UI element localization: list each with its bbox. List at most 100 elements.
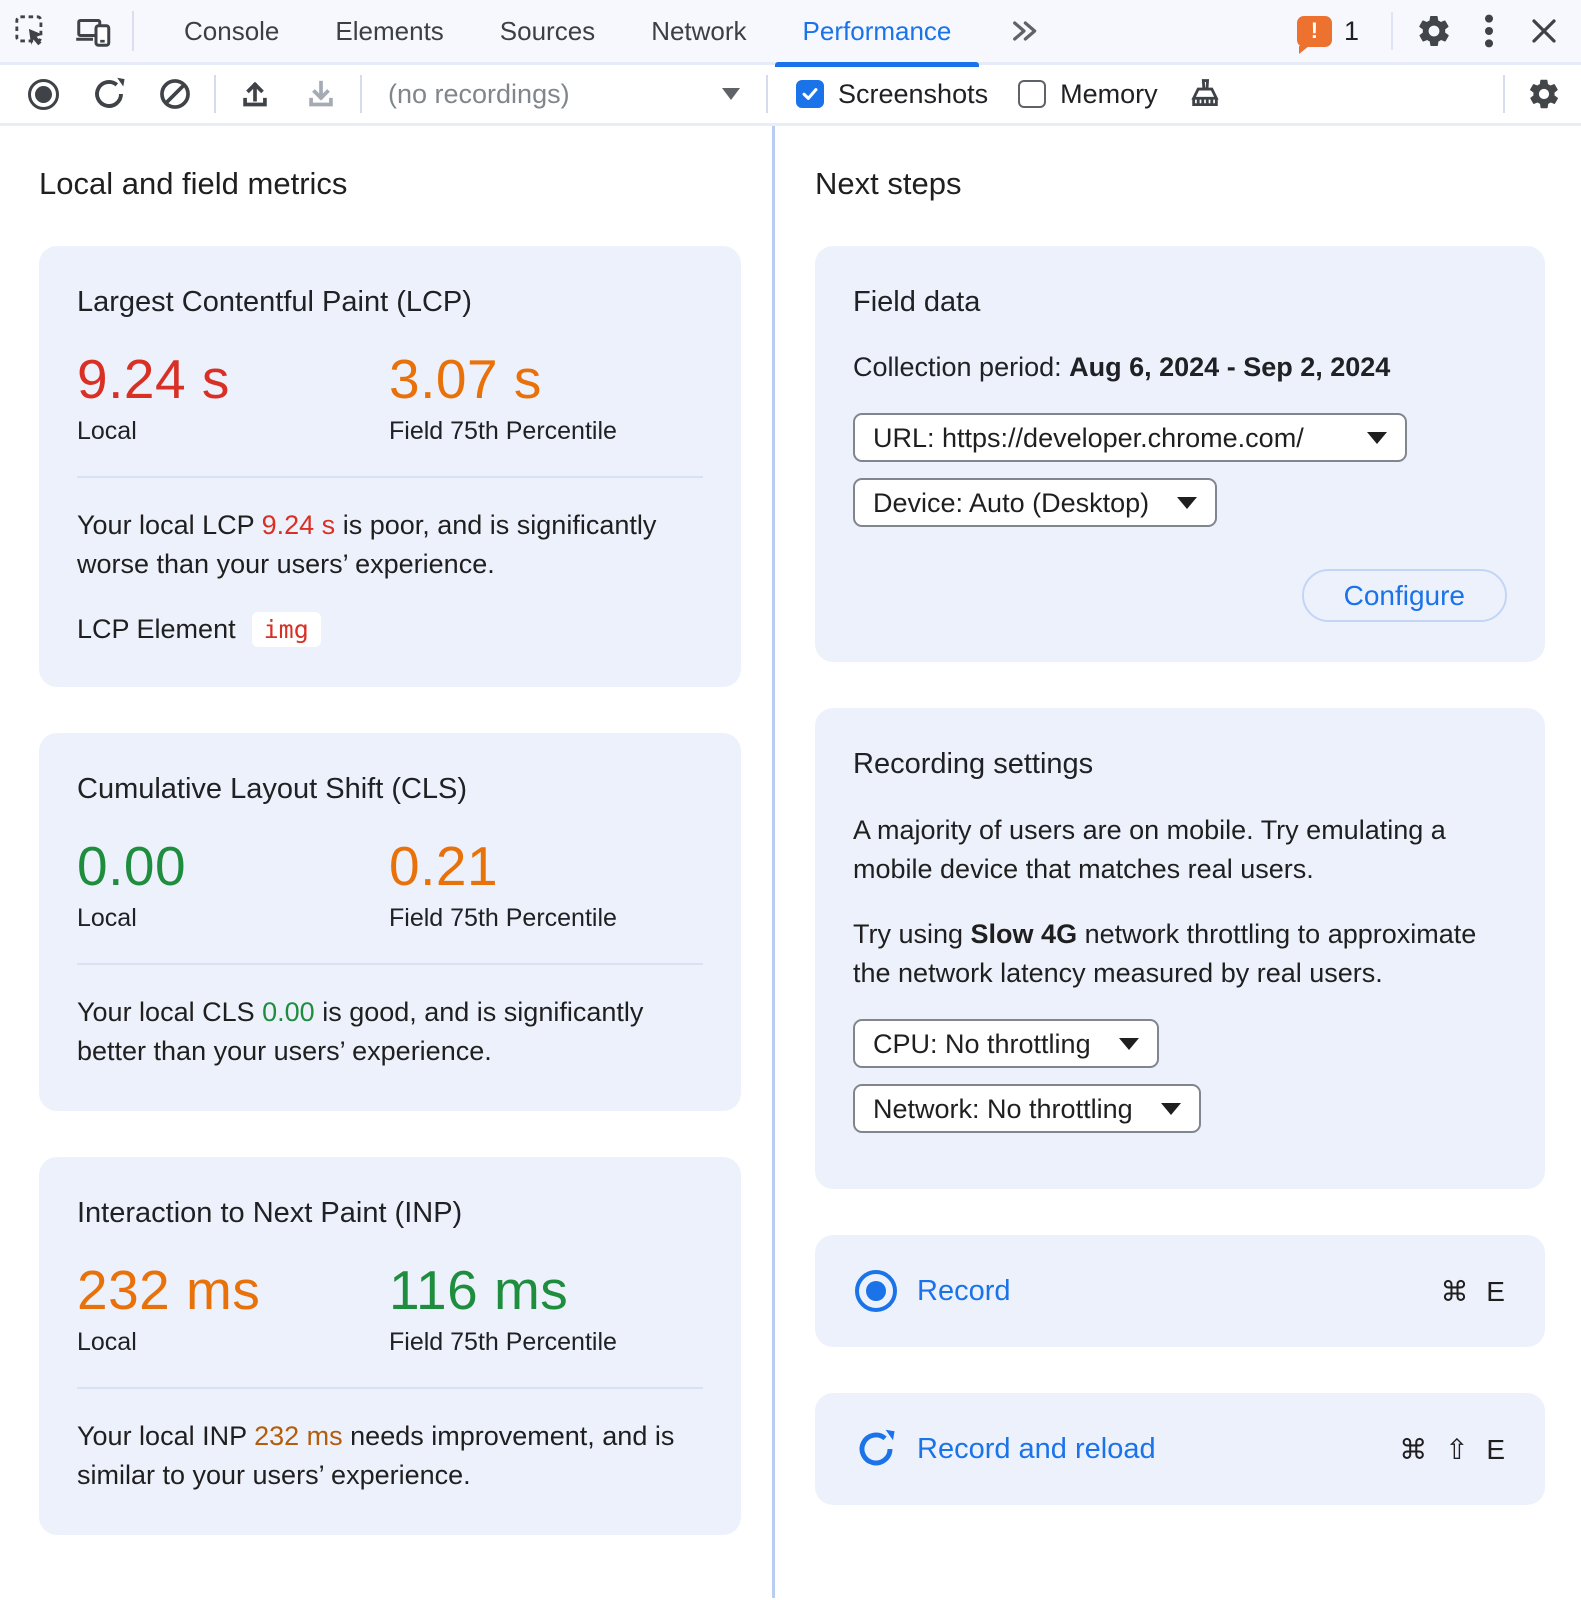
lcp-element-link[interactable]: img bbox=[252, 612, 321, 647]
card-divider bbox=[77, 963, 703, 965]
lcp-description: Your local LCP 9.24 s is poor, and is si… bbox=[77, 506, 703, 584]
inp-field-label: Field 75th Percentile bbox=[389, 1328, 701, 1357]
record-action[interactable]: Record bbox=[855, 1270, 1011, 1312]
card-divider bbox=[77, 476, 703, 478]
devtools-tab-bar: Console Elements Sources Network Perform… bbox=[0, 0, 1581, 65]
inp-local-value: 232 ms bbox=[77, 1260, 389, 1320]
lcp-field-block: 3.07 s Field 75th Percentile bbox=[389, 349, 701, 446]
configure-row: Configure bbox=[853, 569, 1507, 622]
tabbar-separator-right bbox=[1391, 12, 1393, 50]
inp-local-label: Local bbox=[77, 1328, 389, 1357]
performance-panel-content: Local and field metrics Largest Contentf… bbox=[0, 126, 1581, 1598]
record-icon bbox=[855, 1270, 897, 1312]
more-tabs-icon[interactable] bbox=[993, 0, 1055, 62]
upload-profile-icon[interactable] bbox=[232, 71, 278, 117]
cls-card-title: Cumulative Layout Shift (CLS) bbox=[77, 773, 703, 806]
memory-checkbox[interactable] bbox=[1018, 80, 1046, 108]
record-reload-action[interactable]: Record and reload bbox=[855, 1428, 1156, 1470]
tab-console[interactable]: Console bbox=[156, 0, 307, 64]
network-throttling-tip: Try using Slow 4G network throttling to … bbox=[853, 915, 1507, 993]
cls-values-row: 0.00 Local 0.21 Field 75th Percentile bbox=[77, 836, 703, 933]
tab-elements[interactable]: Elements bbox=[307, 0, 471, 64]
cls-desc-value: 0.00 bbox=[262, 997, 315, 1027]
next-steps-heading: Next steps bbox=[815, 166, 1545, 202]
inp-local-block: 232 ms Local bbox=[77, 1260, 389, 1357]
recordings-dropdown[interactable]: (no recordings) bbox=[378, 79, 750, 110]
kebab-menu-icon[interactable] bbox=[1465, 0, 1513, 62]
metrics-heading: Local and field metrics bbox=[39, 166, 741, 202]
field-data-card: Field data Collection period: Aug 6, 202… bbox=[815, 246, 1545, 662]
collect-garbage-icon[interactable] bbox=[1182, 71, 1228, 117]
settings-gear-icon[interactable] bbox=[1403, 0, 1465, 62]
tab-sources[interactable]: Sources bbox=[472, 0, 623, 64]
screenshots-checkbox-group[interactable]: Screenshots bbox=[796, 79, 988, 110]
cls-metric-card: Cumulative Layout Shift (CLS) 0.00 Local… bbox=[39, 733, 741, 1111]
chevron-down-icon bbox=[1177, 497, 1197, 509]
inp-values-row: 232 ms Local 116 ms Field 75th Percentil… bbox=[77, 1260, 703, 1357]
collection-period-value: Aug 6, 2024 - Sep 2, 2024 bbox=[1069, 352, 1390, 382]
inp-metric-card: Interaction to Next Paint (INP) 232 ms L… bbox=[39, 1157, 741, 1535]
tab-performance[interactable]: Performance bbox=[775, 0, 980, 64]
cls-field-block: 0.21 Field 75th Percentile bbox=[389, 836, 701, 933]
lcp-field-value: 3.07 s bbox=[389, 349, 701, 409]
inp-description: Your local INP 232 ms needs improvement,… bbox=[77, 1417, 703, 1495]
cpu-throttling-select[interactable]: CPU: No throttling bbox=[853, 1019, 1159, 1068]
cls-local-label: Local bbox=[77, 904, 389, 933]
inspect-element-icon[interactable] bbox=[0, 0, 62, 62]
device-select[interactable]: Device: Auto (Desktop) bbox=[853, 478, 1217, 527]
screenshots-checkbox[interactable] bbox=[796, 80, 824, 108]
record-action-label: Record bbox=[917, 1275, 1011, 1308]
panel-tabs: Console Elements Sources Network Perform… bbox=[156, 0, 979, 64]
configure-button[interactable]: Configure bbox=[1302, 569, 1507, 622]
screenshots-label: Screenshots bbox=[838, 79, 988, 110]
collection-period: Collection period: Aug 6, 2024 - Sep 2, … bbox=[853, 349, 1507, 385]
lcp-values-row: 9.24 s Local 3.07 s Field 75th Percentil… bbox=[77, 349, 703, 446]
memory-checkbox-group[interactable]: Memory bbox=[1018, 79, 1158, 110]
chevron-down-icon bbox=[722, 88, 740, 100]
tabbar-separator bbox=[132, 11, 134, 51]
capture-settings-gear-icon[interactable] bbox=[1521, 71, 1567, 117]
mobile-emulation-tip: A majority of users are on mobile. Try e… bbox=[853, 811, 1507, 889]
lcp-card-title: Largest Contentful Paint (LCP) bbox=[77, 286, 703, 319]
toolbar-separator bbox=[766, 75, 768, 113]
record-reload-action-label: Record and reload bbox=[917, 1433, 1156, 1466]
issues-count: 1 bbox=[1344, 16, 1359, 47]
close-devtools-icon[interactable] bbox=[1513, 0, 1575, 62]
record-action-card[interactable]: Record ⌘ E bbox=[815, 1235, 1545, 1347]
next-steps-column: Next steps Field data Collection period:… bbox=[815, 126, 1545, 1551]
performance-toolbar: (no recordings) Screenshots Memory bbox=[0, 65, 1581, 126]
recording-settings-title: Recording settings bbox=[853, 748, 1507, 781]
record-button[interactable] bbox=[20, 71, 66, 117]
url-select[interactable]: URL: https://developer.chrome.com/ bbox=[853, 413, 1407, 462]
recordings-dropdown-value: (no recordings) bbox=[388, 79, 570, 110]
toolbar-separator bbox=[1503, 75, 1505, 113]
chevron-down-icon bbox=[1367, 432, 1387, 444]
record-and-reload-button[interactable] bbox=[86, 71, 132, 117]
memory-label: Memory bbox=[1060, 79, 1158, 110]
lcp-local-value: 9.24 s bbox=[77, 349, 389, 409]
cls-description: Your local CLS 0.00 is good, and is sign… bbox=[77, 993, 703, 1071]
record-reload-action-card[interactable]: Record and reload ⌘ ⇧ E bbox=[815, 1393, 1545, 1505]
cls-field-value: 0.21 bbox=[389, 836, 701, 896]
chevron-down-icon bbox=[1119, 1038, 1139, 1050]
slow-4g-emphasis: Slow 4G bbox=[971, 919, 1078, 949]
inp-field-block: 116 ms Field 75th Percentile bbox=[389, 1260, 701, 1357]
inp-field-value: 116 ms bbox=[389, 1260, 701, 1320]
download-profile-icon[interactable] bbox=[298, 71, 344, 117]
cls-field-label: Field 75th Percentile bbox=[389, 904, 701, 933]
record-shortcut: ⌘ E bbox=[1441, 1275, 1505, 1308]
clear-recordings-icon[interactable] bbox=[152, 71, 198, 117]
inp-card-title: Interaction to Next Paint (INP) bbox=[77, 1197, 703, 1230]
lcp-desc-value: 9.24 s bbox=[262, 510, 336, 540]
record-reload-shortcut: ⌘ ⇧ E bbox=[1399, 1433, 1505, 1466]
toolbar-separator bbox=[214, 75, 216, 113]
issues-counter[interactable]: ! 1 bbox=[1297, 16, 1359, 47]
tab-network[interactable]: Network bbox=[623, 0, 774, 64]
lcp-element-row: LCP Element img bbox=[77, 612, 703, 647]
network-throttling-select[interactable]: Network: No throttling bbox=[853, 1084, 1201, 1133]
cls-local-block: 0.00 Local bbox=[77, 836, 389, 933]
lcp-field-label: Field 75th Percentile bbox=[389, 417, 701, 446]
lcp-element-label: LCP Element bbox=[77, 614, 236, 645]
lcp-local-block: 9.24 s Local bbox=[77, 349, 389, 446]
device-toolbar-icon[interactable] bbox=[62, 0, 124, 62]
